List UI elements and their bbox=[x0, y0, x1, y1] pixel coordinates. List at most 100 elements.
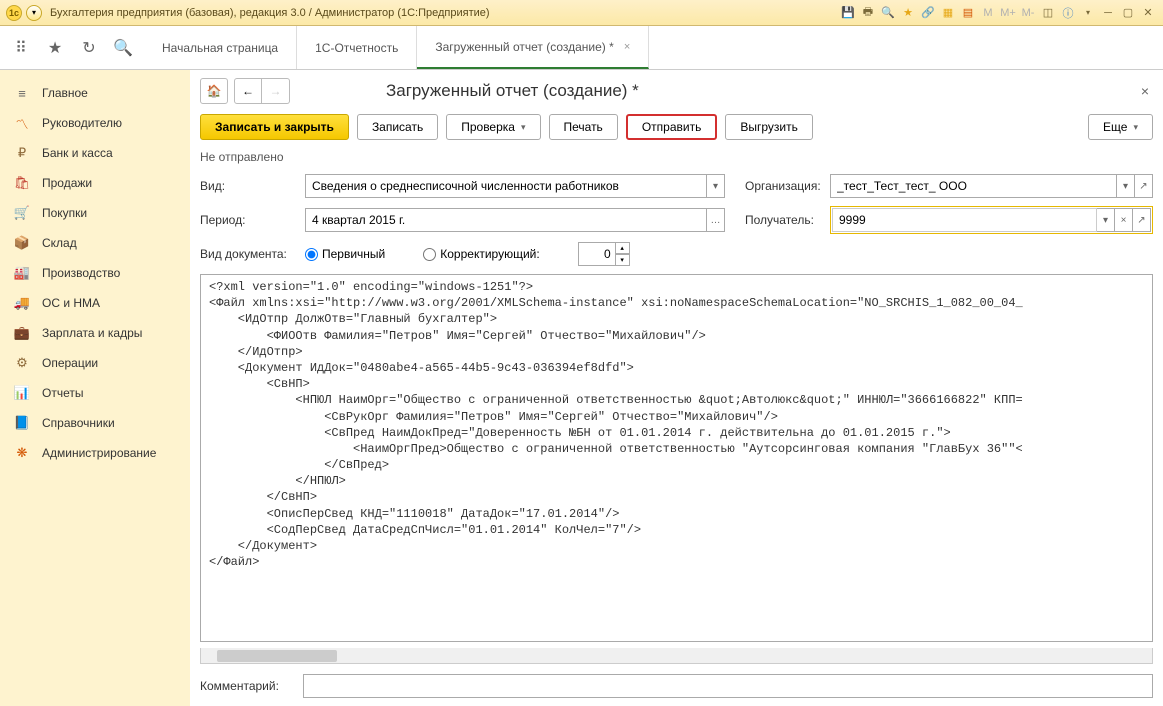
sidebar-item-operations[interactable]: ⚙ Операции bbox=[0, 348, 190, 378]
top-nav: ⠿ ★ ↻ 🔍 Начальная страница 1С-Отчетность… bbox=[0, 26, 1163, 70]
sidebar-item-references[interactable]: 📘Справочники bbox=[0, 408, 190, 438]
save-button[interactable]: Записать bbox=[357, 114, 438, 140]
tab-reporting[interactable]: 1С-Отчетность bbox=[297, 26, 417, 69]
maximize-button[interactable]: ▢ bbox=[1119, 4, 1137, 22]
sidebar-item-main[interactable]: ≡ Главное bbox=[0, 78, 190, 108]
preview-icon[interactable]: 🔍 bbox=[879, 4, 897, 22]
horizontal-scrollbar[interactable] bbox=[200, 648, 1153, 664]
kind-input[interactable] bbox=[305, 174, 707, 198]
memory-m-minus[interactable]: M- bbox=[1019, 4, 1037, 22]
radio-primary-input[interactable] bbox=[305, 248, 318, 261]
sidebar-item-admin[interactable]: ❋Администрирование bbox=[0, 438, 190, 468]
content-area: 🏠 ← → Загруженный отчет (создание) * × З… bbox=[190, 70, 1163, 706]
title-bar: 1c ▾ Бухгалтерия предприятия (базовая), … bbox=[0, 0, 1163, 26]
dropdown-icon[interactable]: ▾ bbox=[1097, 208, 1115, 232]
corrective-number-input[interactable] bbox=[578, 242, 616, 266]
sidebar-item-sales[interactable]: 🛍Продажи bbox=[0, 168, 190, 198]
clear-icon[interactable]: × bbox=[1115, 208, 1133, 232]
xml-content[interactable]: <?xml version="1.0" encoding="windows-12… bbox=[200, 274, 1153, 642]
sidebar-item-label: Склад bbox=[42, 236, 77, 250]
save-icon[interactable]: 💾 bbox=[839, 4, 857, 22]
ellipsis-icon[interactable]: … bbox=[707, 208, 725, 232]
page-title: Загруженный отчет (создание) * bbox=[386, 81, 639, 101]
window-title: Бухгалтерия предприятия (базовая), редак… bbox=[50, 7, 490, 19]
spinner-down-icon[interactable]: ▾ bbox=[616, 254, 630, 266]
sidebar-item-bank[interactable]: ₽Банк и касса bbox=[0, 138, 190, 168]
radio-label: Первичный bbox=[322, 247, 385, 261]
minimize-button[interactable]: ─ bbox=[1099, 4, 1117, 22]
open-icon[interactable]: ↗ bbox=[1135, 174, 1153, 198]
sidebar-item-label: ОС и НМА bbox=[42, 296, 100, 310]
search-icon[interactable]: 🔍 bbox=[106, 26, 140, 70]
tab-loaded-report[interactable]: Загруженный отчет (создание) * × bbox=[417, 26, 649, 69]
link-icon[interactable]: 🔗 bbox=[919, 4, 937, 22]
radio-corrective-input[interactable] bbox=[423, 248, 436, 261]
truck-icon: 🚚 bbox=[14, 295, 30, 311]
tab-close-icon[interactable]: × bbox=[624, 41, 630, 53]
sidebar-item-manager[interactable]: 〽Руководителю bbox=[0, 108, 190, 138]
calendar-icon[interactable]: ▤ bbox=[959, 4, 977, 22]
sidebar-item-label: Главное bbox=[42, 86, 88, 100]
info-icon[interactable]: ⓘ bbox=[1059, 4, 1077, 22]
chart-icon: 〽 bbox=[14, 115, 30, 131]
panel-icon[interactable]: ◫ bbox=[1039, 4, 1057, 22]
print-icon[interactable]: 🖶 bbox=[859, 4, 877, 22]
tab-label: Загруженный отчет (создание) * bbox=[435, 40, 613, 54]
sidebar-item-label: Продажи bbox=[42, 176, 92, 190]
sidebar-item-reports[interactable]: 📊 Отчеты bbox=[0, 378, 190, 408]
spinner-up-icon[interactable]: ▴ bbox=[616, 242, 630, 254]
sidebar-item-label: Администрирование bbox=[42, 446, 156, 460]
favorite-icon[interactable]: ★ bbox=[899, 4, 917, 22]
sidebar-item-purchases[interactable]: 🛒Покупки bbox=[0, 198, 190, 228]
memory-m[interactable]: M bbox=[979, 4, 997, 22]
barchart-icon: 📊 bbox=[14, 385, 30, 401]
app-menu-dropdown[interactable]: ▾ bbox=[26, 5, 42, 21]
dropdown-icon[interactable]: ▾ bbox=[707, 174, 725, 198]
sidebar-item-label: Операции bbox=[42, 356, 98, 370]
sidebar-item-warehouse[interactable]: 📦Склад bbox=[0, 228, 190, 258]
factory-icon: 🏭 bbox=[14, 265, 30, 281]
star-icon[interactable]: ★ bbox=[38, 26, 72, 70]
open-icon[interactable]: ↗ bbox=[1133, 208, 1151, 232]
org-input[interactable] bbox=[830, 174, 1117, 198]
back-button[interactable]: ← bbox=[234, 78, 262, 104]
apps-icon[interactable]: ⠿ bbox=[4, 26, 38, 70]
recipient-input[interactable] bbox=[832, 208, 1097, 232]
tab-label: Начальная страница bbox=[162, 41, 278, 55]
history-icon[interactable]: ↻ bbox=[72, 26, 106, 70]
memory-m-plus[interactable]: M+ bbox=[999, 4, 1017, 22]
menu-icon: ≡ bbox=[14, 85, 30, 101]
recipient-label: Получатель: bbox=[735, 213, 820, 227]
close-window-button[interactable]: ✕ bbox=[1139, 4, 1157, 22]
ruble-icon: ₽ bbox=[14, 145, 30, 161]
dropdown-icon[interactable]: ▾ bbox=[1117, 174, 1135, 198]
sidebar-item-production[interactable]: 🏭 Производство bbox=[0, 258, 190, 288]
send-button[interactable]: Отправить bbox=[626, 114, 718, 140]
period-label: Период: bbox=[200, 213, 295, 227]
radio-primary[interactable]: Первичный bbox=[305, 247, 385, 261]
scrollbar-thumb[interactable] bbox=[217, 650, 337, 662]
sidebar-item-label: Производство bbox=[42, 266, 120, 280]
sidebar-item-hr[interactable]: 💼Зарплата и кадры bbox=[0, 318, 190, 348]
sidebar: ≡ Главное 〽Руководителю ₽Банк и касса 🛍Пр… bbox=[0, 70, 190, 706]
tab-label: 1С-Отчетность bbox=[315, 41, 398, 55]
info-drop-icon[interactable]: ▾ bbox=[1079, 4, 1097, 22]
radio-corrective[interactable]: Корректирующий: bbox=[423, 247, 539, 261]
calculator-icon[interactable]: ▦ bbox=[939, 4, 957, 22]
tab-home[interactable]: Начальная страница bbox=[144, 26, 297, 69]
save-and-close-button[interactable]: Записать и закрыть bbox=[200, 114, 349, 140]
home-button[interactable]: 🏠 bbox=[200, 78, 228, 104]
org-label: Организация: bbox=[735, 179, 820, 193]
print-button[interactable]: Печать bbox=[549, 114, 618, 140]
period-input[interactable] bbox=[305, 208, 707, 232]
comment-input[interactable] bbox=[303, 674, 1153, 698]
close-panel-icon[interactable]: × bbox=[1137, 79, 1153, 103]
gear-icon: ⚙ bbox=[14, 355, 30, 371]
briefcase-icon: 💼 bbox=[14, 325, 30, 341]
forward-button[interactable]: → bbox=[262, 78, 290, 104]
sidebar-item-label: Отчеты bbox=[42, 386, 83, 400]
export-button[interactable]: Выгрузить bbox=[725, 114, 813, 140]
sidebar-item-assets[interactable]: 🚚 ОС и НМА bbox=[0, 288, 190, 318]
check-button[interactable]: Проверка bbox=[446, 114, 540, 140]
more-button[interactable]: Еще bbox=[1088, 114, 1153, 140]
